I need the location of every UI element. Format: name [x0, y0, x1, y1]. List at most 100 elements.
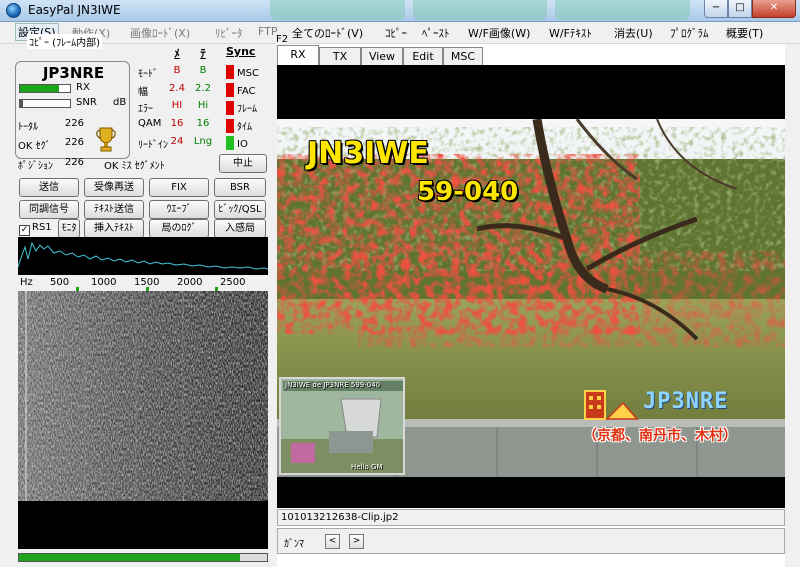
gamma-increase-button[interactable]: > — [349, 534, 364, 549]
image-filename: 101013212638-Clip.jp2 — [277, 509, 785, 526]
ok-segment-value: 226 — [64, 137, 84, 148]
resend-button[interactable]: 受像再送 — [84, 178, 144, 197]
freq-tick-2000: 2000 — [177, 277, 203, 288]
qam-left-value: 16 — [170, 118, 184, 129]
rs1-checkbox[interactable]: ✓ RS1 — [19, 222, 52, 236]
gamma-decrease-button[interactable]: < — [325, 534, 340, 549]
sync-msc-indicator — [226, 65, 234, 79]
bandwidth-right-value: 2.2 — [195, 83, 211, 94]
error-right-value: Hi — [197, 100, 209, 111]
snr-label: SNR — [76, 97, 97, 108]
menu-repeater[interactable]: ﾘﾋﾟｰﾀ — [215, 25, 243, 41]
total-value: 226 — [64, 118, 84, 129]
title-bar: EasyPal JN3IWE − □ ✕ — [0, 0, 800, 22]
tab-rx[interactable]: RX — [277, 45, 319, 66]
insert-text-button[interactable]: 挿入ﾃｷｽﾄ — [84, 219, 144, 238]
menu-program[interactable]: ﾌﾟﾛｸﾞﾗﾑ — [670, 25, 709, 41]
tab-view[interactable]: View — [361, 47, 403, 65]
leadin-label: ﾘｰﾄﾞｲﾝ — [138, 140, 168, 151]
decode-progress-bar — [18, 553, 268, 562]
fix-button[interactable]: FIX — [149, 178, 209, 197]
sync-fac: FAC — [226, 83, 255, 97]
close-button[interactable]: ✕ — [752, 0, 796, 18]
station-logo: JP3NRE — [583, 387, 751, 421]
freq-tick-1000: 1000 — [91, 277, 117, 288]
logo-callsign-text: JP3NRE — [643, 389, 729, 414]
sync-fac-label: FAC — [237, 86, 256, 97]
menu-wf-image[interactable]: W/F画像(W) — [468, 25, 530, 41]
bsr-button[interactable]: BSR — [214, 178, 266, 197]
menu-bar: 設定(S) 動作(X) 画像ﾛｰﾄﾞ(X) ﾘﾋﾟｰﾀ FTP 全てのﾛｰﾄﾞ(… — [0, 22, 800, 44]
tab-msc[interactable]: MSC — [443, 47, 483, 65]
stop-button[interactable]: 中止 — [219, 154, 267, 173]
snr-meter — [19, 99, 71, 108]
inset-footer-text: Hello GM — [351, 463, 383, 471]
send-button[interactable]: 送信 — [19, 178, 79, 197]
sync-time-indicator — [226, 119, 234, 133]
leadin-left-value: 24 — [170, 136, 184, 147]
sync-time-label: ﾀｲﾑ — [237, 122, 252, 133]
waterfall-display[interactable] — [18, 291, 268, 549]
rs1-label: RS1 — [32, 222, 52, 233]
received-callsign: JP3NRE — [42, 64, 105, 82]
tab-tx[interactable]: TX — [319, 47, 361, 65]
rs1-checkbox-box[interactable]: ✓ — [19, 225, 30, 236]
qos-column-right-header: ﾃ — [200, 47, 206, 60]
qam-right-value: 16 — [196, 118, 210, 129]
error-left-value: HI — [171, 100, 183, 111]
bandwidth-left-value: 2.4 — [169, 83, 185, 94]
total-label: ﾄｰﾀﾙ — [18, 122, 38, 133]
menu-wf-text[interactable]: W/Fﾃｷｽﾄ — [549, 25, 592, 41]
freq-tick-2500: 2500 — [220, 277, 246, 288]
app-globe-icon — [6, 3, 21, 18]
inset-header-text: JN3IWE de JP3NRE 599-040 — [285, 381, 381, 389]
sync-msc-label: MSC — [237, 68, 259, 79]
f2-label: F2 — [275, 34, 290, 45]
received-photo: JN3IWE 59-040 JP3NRE （京都、南丹市、木村） JN3IWE … — [277, 119, 785, 477]
menu-paste[interactable]: ﾍﾟｰｽﾄ — [422, 25, 450, 41]
window-title: EasyPal JN3IWE — [28, 3, 121, 17]
wave-button[interactable]: ｳｴｰﾌﾞ — [149, 200, 209, 219]
minimize-button[interactable]: − — [704, 0, 728, 18]
bandwidth-label: 幅 — [138, 87, 148, 98]
location-overlay: （京都、南丹市、木村） — [583, 428, 737, 444]
menu-copy[interactable]: ｺﾋﾟｰ — [385, 25, 407, 41]
menu-image-load[interactable]: 画像ﾛｰﾄﾞ(X) — [130, 25, 190, 41]
frequency-unit: Hz — [20, 277, 33, 288]
station-log-button[interactable]: 局のﾛｸﾞ — [149, 219, 209, 238]
frequency-scale: Hz 500 1000 1500 2000 2500 — [18, 275, 268, 291]
freq-tick-500: 500 — [50, 277, 70, 288]
db-label: dB — [113, 97, 127, 108]
spectrum-display[interactable] — [18, 237, 268, 275]
menu-load-all[interactable]: 全てのﾛｰﾄﾞ(V) — [292, 25, 363, 41]
snr-fill — [20, 100, 23, 107]
copy-tooltip: ｺﾋﾟｰ (ﾌﾚｰﾑ内部) — [27, 34, 102, 49]
sync-io-indicator — [226, 136, 234, 150]
ok-segment-label: OK ｾｸﾞ — [18, 141, 51, 152]
inset-photo — [281, 379, 403, 473]
trophy-icon — [96, 127, 116, 152]
decode-progress-fill — [19, 554, 240, 561]
pic-qsl-button[interactable]: ﾋﾞｯｸ/QSL — [214, 200, 266, 219]
mode-left-value: B — [173, 65, 181, 76]
menu-about[interactable]: 概要(T) — [726, 25, 763, 41]
window-right-edge — [785, 44, 800, 567]
inset-thumbnail: JN3IWE de JP3NRE 599-040 Hello GM — [279, 377, 405, 475]
intruder-button[interactable]: 入感局 — [214, 219, 266, 238]
rx-label: RX — [76, 82, 90, 93]
tab-edit[interactable]: Edit — [403, 47, 443, 65]
received-image-viewer[interactable]: JN3IWE 59-040 JP3NRE （京都、南丹市、木村） JN3IWE … — [277, 65, 785, 508]
qam-label: QAM — [138, 118, 162, 129]
ok-miss-segment-label: OK ﾐｽ ｾｸﾞﾒﾝﾄ — [104, 161, 165, 172]
sync-header: Sync — [226, 45, 256, 58]
radio-tower-logo-icon — [584, 390, 639, 420]
monitor-button[interactable]: ﾓﾆﾀ — [58, 219, 80, 238]
sync-frame: ﾌﾚｰﾑ — [226, 100, 257, 115]
sync-signal-button[interactable]: 同調信号 — [19, 200, 79, 219]
menu-erase[interactable]: 消去(U) — [614, 25, 653, 41]
rx-level-meter — [19, 84, 71, 93]
mode-label: ﾓｰﾄﾞ — [138, 69, 158, 80]
text-send-button[interactable]: ﾃｷｽﾄ送信 — [84, 200, 144, 219]
maximize-button[interactable]: □ — [728, 0, 752, 18]
error-label: ｴﾗｰ — [138, 104, 153, 115]
